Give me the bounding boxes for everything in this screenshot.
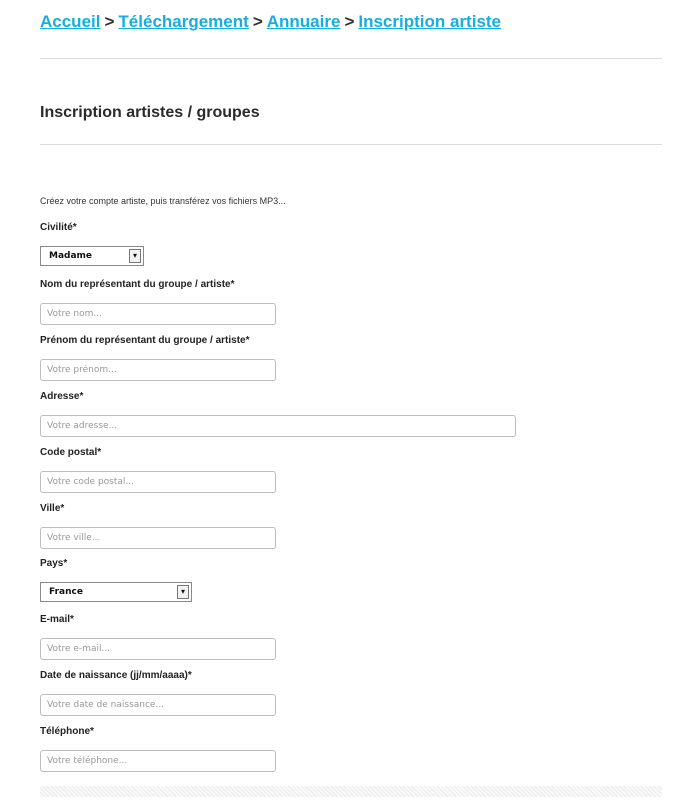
divider bbox=[40, 58, 662, 59]
naissance-label: Date de naissance (jj/mm/aaaa)* bbox=[40, 670, 192, 681]
chevron-down-icon[interactable]: ▾ bbox=[129, 249, 141, 263]
code-postal-label: Code postal* bbox=[40, 447, 102, 458]
civilite-value: Madame bbox=[49, 251, 93, 261]
telephone-input[interactable]: Votre téléphone... bbox=[40, 750, 276, 772]
footer-pattern-bar bbox=[40, 786, 662, 797]
civilite-label: Civilité* bbox=[40, 222, 77, 233]
breadcrumb-separator: > bbox=[104, 12, 115, 31]
breadcrumb: Accueil > Téléchargement > Annuaire > Inscript… bbox=[40, 12, 501, 32]
prenom-input[interactable]: Votre prénom... bbox=[40, 359, 276, 381]
breadcrumb-separator: > bbox=[344, 12, 355, 31]
pays-value: France bbox=[49, 587, 83, 597]
breadcrumb-separator: > bbox=[252, 12, 263, 31]
breadcrumb-link-inscription-artiste[interactable]: Inscription artiste bbox=[358, 12, 501, 31]
chevron-down-icon[interactable]: ▾ bbox=[177, 585, 189, 599]
telephone-label: Téléphone* bbox=[40, 726, 94, 737]
prenom-label: Prénom du représentant du groupe / artis… bbox=[40, 335, 250, 346]
breadcrumb-link-telechargement[interactable]: Téléchargement bbox=[118, 12, 248, 31]
intro-text: Créez votre compte artiste, puis transfé… bbox=[40, 196, 286, 206]
breadcrumb-link-accueil[interactable]: Accueil bbox=[40, 12, 100, 31]
adresse-input[interactable]: Votre adresse... bbox=[40, 415, 516, 437]
divider bbox=[40, 144, 662, 145]
ville-label: Ville* bbox=[40, 503, 65, 514]
pays-label: Pays* bbox=[40, 558, 68, 569]
nom-label: Nom du représentant du groupe / artiste* bbox=[40, 279, 235, 290]
page-title: Inscription artistes / groupes bbox=[40, 104, 260, 121]
breadcrumb-link-annuaire[interactable]: Annuaire bbox=[267, 12, 341, 31]
nom-input[interactable]: Votre nom... bbox=[40, 303, 276, 325]
email-input[interactable]: Votre e-mail... bbox=[40, 638, 276, 660]
code-postal-input[interactable]: Votre code postal... bbox=[40, 471, 276, 493]
naissance-input[interactable]: Votre date de naissance... bbox=[40, 694, 276, 716]
adresse-label: Adresse* bbox=[40, 391, 84, 402]
email-label: E-mail* bbox=[40, 614, 74, 625]
civilite-select[interactable]: Madame ▾ bbox=[40, 246, 144, 266]
pays-select[interactable]: France ▾ bbox=[40, 582, 192, 602]
ville-input[interactable]: Votre ville... bbox=[40, 527, 276, 549]
